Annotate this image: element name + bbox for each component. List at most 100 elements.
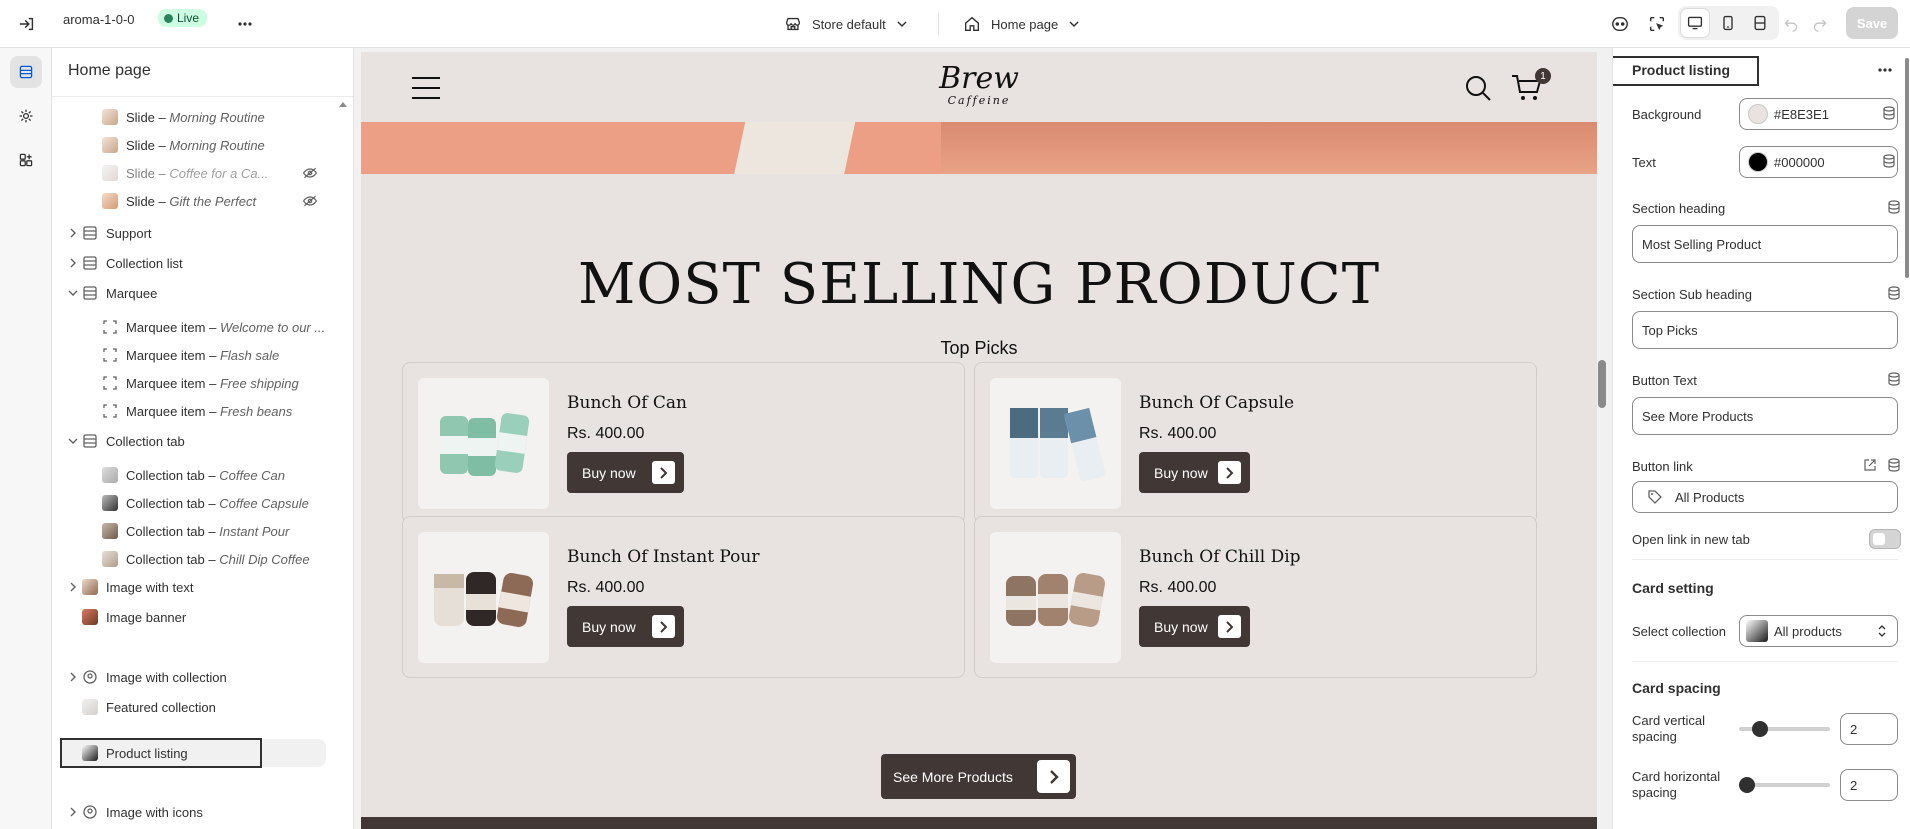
dynamic-source-icon[interactable] <box>1887 458 1901 472</box>
product-card[interactable]: Bunch Of Instant Pour Rs. 400.00 Buy now <box>402 516 965 678</box>
tree-section-image-with-text[interactable]: Image with text <box>64 572 193 602</box>
tree-section-marquee[interactable]: Marquee <box>64 278 157 308</box>
sections-icon[interactable] <box>10 56 42 88</box>
hidden-eye-icon[interactable] <box>302 166 318 180</box>
fullscreen-view-icon[interactable] <box>1746 9 1774 37</box>
tree-item-marquee[interactable]: Marquee item – Fresh beans <box>102 396 292 426</box>
dynamic-source-icon[interactable] <box>1887 286 1901 300</box>
divider <box>52 96 353 97</box>
product-image[interactable] <box>418 532 549 663</box>
hidden-eye-icon[interactable] <box>302 194 318 208</box>
vertical-spacing-label-line1: Card vertical <box>1632 713 1705 728</box>
tree-section-featured-collection[interactable]: Featured collection <box>82 692 216 722</box>
settings-scrollbar[interactable] <box>1905 58 1909 278</box>
product-image[interactable] <box>990 532 1121 663</box>
theme-settings-icon[interactable] <box>10 100 42 132</box>
search-icon[interactable] <box>1464 74 1492 102</box>
dynamic-source-icon[interactable] <box>1882 106 1896 120</box>
horizontal-spacing-input[interactable]: 2 <box>1840 769 1898 801</box>
tree-item-collection-tab[interactable]: Collection tab – Instant Pour <box>102 516 289 546</box>
tree-section-collection-tab[interactable]: Collection tab <box>64 426 185 456</box>
store-logo[interactable]: Brew Caffeine <box>361 61 1597 108</box>
product-name[interactable]: Bunch Of Capsule <box>1139 393 1294 413</box>
text-swatch[interactable] <box>1748 152 1768 172</box>
tree-section-image-with-collection[interactable]: Image with collection <box>64 662 227 692</box>
tree-item-marquee[interactable]: Marquee item – Free shipping <box>102 368 299 398</box>
horizontal-spacing-slider-handle[interactable] <box>1739 777 1755 793</box>
app-embeds-icon[interactable] <box>1606 10 1634 38</box>
chevron-right-icon[interactable] <box>64 672 82 682</box>
tree-item-slide[interactable]: Slide – Gift the Perfect <box>102 186 256 216</box>
tree-item-label: Featured collection <box>106 699 216 715</box>
tree-item-collection-tab[interactable]: Collection tab – Coffee Can <box>102 460 285 490</box>
product-image[interactable] <box>418 378 549 509</box>
product-card[interactable]: Bunch Of Capsule Rs. 400.00 Buy now <box>974 362 1537 524</box>
buy-now-button[interactable]: Buy now <box>567 606 684 647</box>
mobile-view-icon[interactable] <box>1714 9 1742 37</box>
tree-section-collection-list[interactable]: Collection list <box>64 248 183 278</box>
tree-item-slide[interactable]: Slide – Morning Routine <box>102 130 265 160</box>
apps-icon[interactable] <box>10 144 42 176</box>
more-options-icon[interactable] <box>1877 62 1893 78</box>
chevron-right-icon[interactable] <box>64 582 82 592</box>
buy-now-button[interactable]: Buy now <box>1139 452 1250 493</box>
logo-main: Brew <box>939 61 1019 96</box>
block-icon <box>103 320 117 334</box>
chevron-right-icon[interactable] <box>64 258 82 268</box>
product-card[interactable]: Bunch Of Chill Dip Rs. 400.00 Buy now <box>974 516 1537 678</box>
preview-scrollbar[interactable] <box>1598 360 1606 408</box>
exit-icon[interactable] <box>13 10 41 38</box>
section-heading-label: Section heading <box>1632 201 1726 216</box>
tree-section-image-with-icons-row[interactable]: Image with icons <box>64 797 203 827</box>
background-swatch[interactable] <box>1748 104 1768 124</box>
scroll-up-icon[interactable] <box>338 100 348 108</box>
store-selector[interactable]: Store default <box>784 10 908 38</box>
button-text-input[interactable]: See More Products <box>1632 397 1898 435</box>
dynamic-source-icon[interactable] <box>1887 372 1901 386</box>
see-more-products-button[interactable]: See More Products <box>881 754 1076 799</box>
vertical-spacing-slider-handle[interactable] <box>1752 721 1768 737</box>
inspector-icon[interactable] <box>1643 10 1671 38</box>
external-link-icon[interactable] <box>1863 458 1877 472</box>
undo-icon[interactable] <box>1777 10 1805 38</box>
chevron-down-icon[interactable] <box>64 288 82 298</box>
slide-thumbnail <box>102 137 118 153</box>
background-color-field[interactable]: #E8E3E1 <box>1739 98 1898 130</box>
selection-outline <box>60 738 262 768</box>
product-image[interactable] <box>990 378 1121 509</box>
vertical-spacing-input[interactable]: 2 <box>1840 713 1898 745</box>
product-name[interactable]: Bunch Of Can <box>567 393 687 413</box>
text-color-field[interactable]: #000000 <box>1739 146 1898 178</box>
section-heading-input[interactable]: Most Selling Product <box>1632 225 1898 263</box>
button-link-input[interactable]: All Products <box>1632 481 1898 513</box>
select-collection-dropdown[interactable]: All products <box>1739 615 1898 647</box>
chevron-right-icon[interactable] <box>64 807 82 817</box>
tree-section-image-banner[interactable]: Image banner <box>82 602 186 632</box>
chevron-right-icon[interactable] <box>64 228 82 238</box>
new-tab-toggle[interactable] <box>1869 529 1901 549</box>
redo-icon[interactable] <box>1806 10 1834 38</box>
section-subheading-input[interactable]: Top Picks <box>1632 311 1898 349</box>
dynamic-source-icon[interactable] <box>1882 154 1896 168</box>
buy-now-button[interactable]: Buy now <box>567 452 684 493</box>
desktop-view-icon[interactable] <box>1681 9 1709 37</box>
tree-item-slide[interactable]: Slide – Morning Routine <box>102 102 265 132</box>
page-selector[interactable]: Home page <box>963 10 1080 38</box>
buy-now-button[interactable]: Buy now <box>1139 606 1250 647</box>
product-card[interactable]: Bunch Of Can Rs. 400.00 Buy now <box>402 362 965 524</box>
horizontal-spacing-label-line1: Card horizontal <box>1632 769 1721 784</box>
tree-item-collection-tab[interactable]: Collection tab – Chill Dip Coffee <box>102 544 310 574</box>
save-button[interactable]: Save <box>1846 7 1898 39</box>
tree-item-marquee[interactable]: Marquee item – Flash sale <box>102 340 279 370</box>
product-name[interactable]: Bunch Of Chill Dip <box>1139 547 1301 567</box>
collection-thumbnail <box>102 495 118 511</box>
dynamic-source-icon[interactable] <box>1887 200 1901 214</box>
tree-item-marquee[interactable]: Marquee item – Welcome to our ... <box>102 312 325 342</box>
more-actions-icon[interactable] <box>231 10 259 38</box>
tree-section-support[interactable]: Support <box>64 218 152 248</box>
tree-item-collection-tab[interactable]: Collection tab – Coffee Capsule <box>102 488 309 518</box>
tree-item-slide[interactable]: Slide – Coffee for a Ca... <box>102 158 268 188</box>
top-bar: aroma-1-0-0 Live Store default Home page… <box>0 0 1910 48</box>
product-name[interactable]: Bunch Of Instant Pour <box>567 547 760 567</box>
chevron-down-icon[interactable] <box>64 436 82 446</box>
